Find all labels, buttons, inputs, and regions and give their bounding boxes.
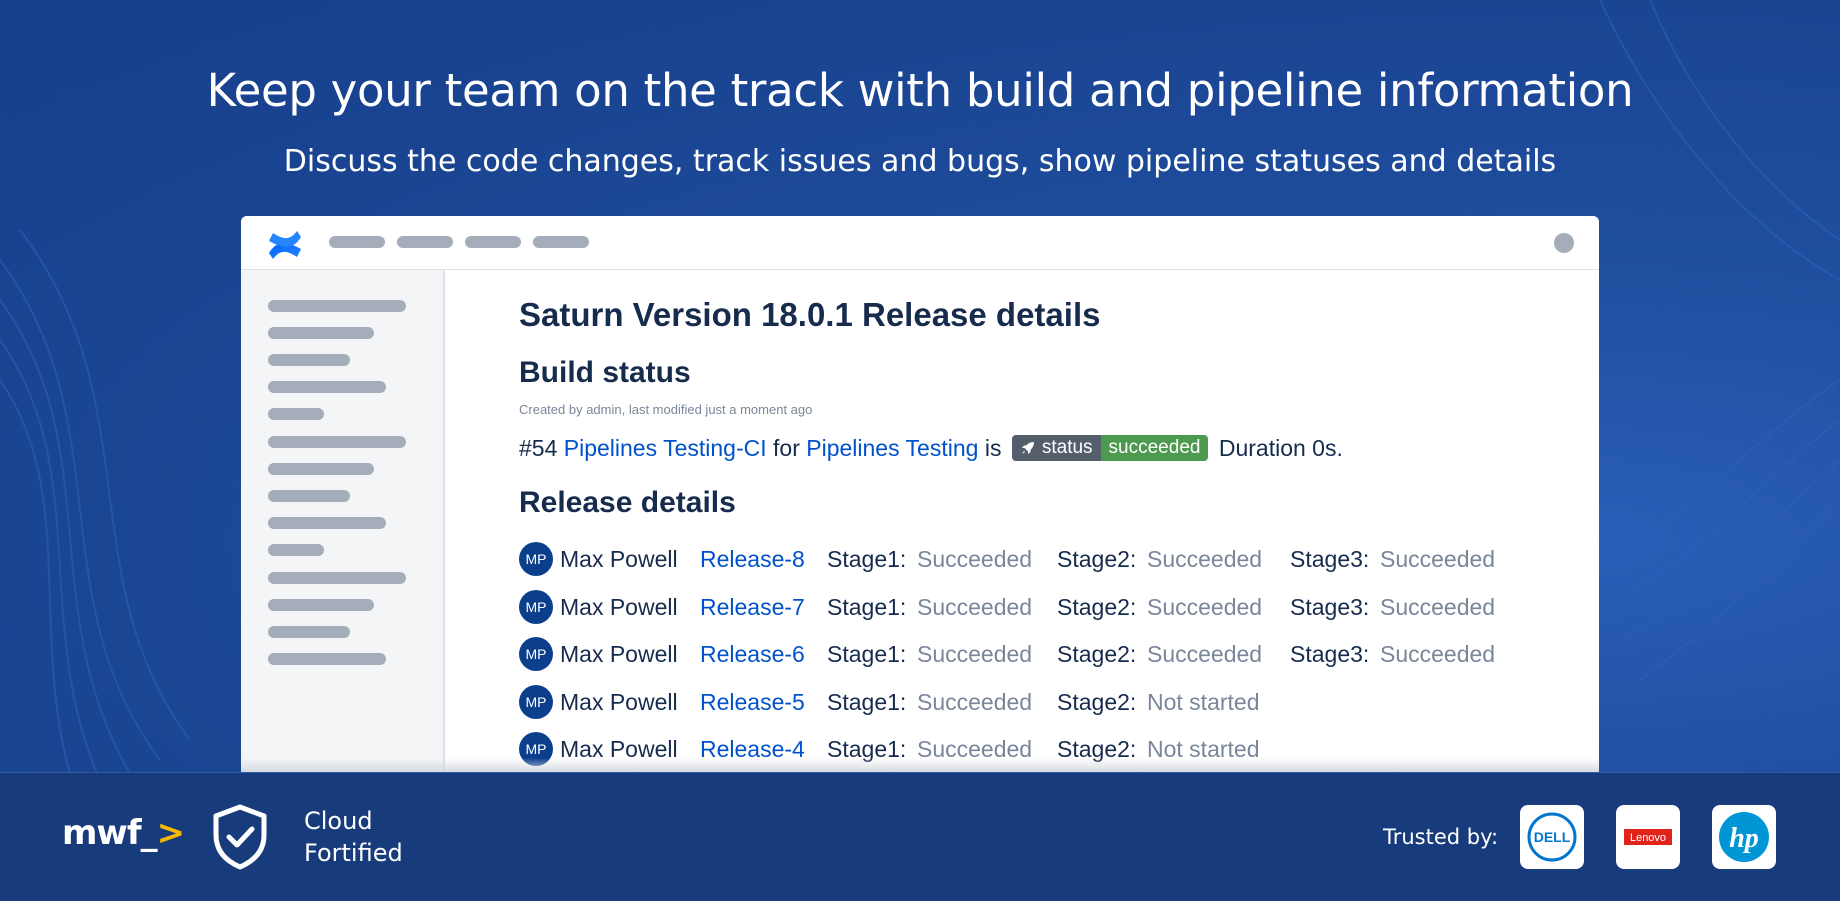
app-window-mockup: Saturn Version 18.0.1 Release details Bu… [241,216,1599,772]
stage-status: Succeeded [917,546,1033,572]
nav-item-placeholder[interactable] [329,236,385,248]
dell-logo-text: DELL [1534,829,1571,845]
duration-text: Duration 0s. [1218,435,1343,461]
pipeline-link[interactable]: Pipelines Testing-CI [564,435,767,461]
nav-item-placeholder[interactable] [465,236,521,248]
build-status-heading: Build status [519,356,691,389]
project-link[interactable]: Pipelines Testing [806,435,978,461]
stage-label: Stage1: [827,641,907,667]
profile-avatar[interactable] [1554,233,1574,253]
build-status-line: #54 Pipelines Testing-CI for Pipelines T… [519,433,1343,463]
cloud-fortified-line1: Cloud [304,807,373,835]
rocket-icon [1021,441,1034,454]
sidebar [241,270,445,772]
mwf-logo[interactable]: mwf_> [62,813,185,853]
release-row: MP Max Powell Release-6 Stage1: Succeeded Sta… [519,637,1579,671]
status-badge[interactable]: status succeeded [1011,434,1209,461]
sidebar-item-placeholder[interactable] [268,300,406,312]
page-meta: Created by admin, last modified just a m… [519,402,813,417]
confluence-logo-icon[interactable] [267,229,303,261]
for-text: for [773,435,800,461]
badge-label: status [1041,436,1093,458]
stage-label: Stage2: [1057,688,1137,715]
user-name[interactable]: Max Powell [560,590,678,624]
stage-label: Stage1: [827,593,907,620]
stage-status: Not started [1147,688,1260,715]
release-link[interactable]: Release-5 [700,685,805,719]
content-fade [241,758,1599,772]
sidebar-item-placeholder[interactable] [268,354,350,366]
hp-logo-text: hp [1729,823,1759,854]
top-navigation-bar [241,216,1599,270]
hero-subline: Discuss the code changes, track issues a… [283,144,1557,179]
user-avatar[interactable]: MP [519,542,553,576]
cloud-fortified-label: Cloud Fortified [304,805,403,869]
stage-label: Stage1: [827,546,907,572]
sidebar-item-placeholder[interactable] [268,653,386,665]
release-row: MP Max Powell Release-5 Stage1: Succeeded Sta… [519,684,1579,719]
stage-status: Succeeded [917,641,1033,667]
stage-label: Stage3: [1290,641,1370,667]
dell-logo-icon: DELL [1527,812,1577,862]
trusted-by-label: Trusted by: [1383,825,1499,849]
stage-status: Succeeded [1380,593,1496,620]
user-avatar[interactable]: MP [519,637,553,671]
lenovo-logo-text: Lenovo [1630,832,1666,844]
release-link[interactable]: Release-7 [700,590,805,624]
stage-status: Succeeded [917,593,1033,620]
sidebar-item-placeholder[interactable] [268,599,374,611]
user-name[interactable]: Max Powell [560,542,678,576]
release-details-heading: Release details [519,486,736,519]
shield-check-icon [213,804,267,870]
user-avatar[interactable]: MP [519,589,553,624]
stage-label: Stage2: [1057,593,1137,620]
nav-item-placeholder[interactable] [397,236,453,248]
stage-status: Succeeded [1147,641,1263,667]
hp-logo-icon: hp [1719,812,1769,862]
stage-label: Stage3: [1290,593,1370,620]
release-link[interactable]: Release-6 [700,637,805,671]
user-name[interactable]: Max Powell [560,685,678,719]
sidebar-item-placeholder[interactable] [268,436,406,448]
stage-status: Succeeded [1380,641,1496,667]
release-link[interactable]: Release-8 [700,542,805,576]
sidebar-item-placeholder[interactable] [268,517,386,529]
build-number: #54 [519,435,558,461]
user-avatar[interactable]: MP [519,684,553,719]
stage-status: Succeeded [1147,546,1263,572]
is-text: is [984,435,1002,461]
page-content: Saturn Version 18.0.1 Release details Bu… [519,270,1579,772]
sidebar-item-placeholder[interactable] [268,572,406,584]
release-row: MP Max Powell Release-7 Stage1: Succeeded Sta… [519,589,1579,624]
sidebar-item-placeholder[interactable] [268,463,374,475]
page-title: Saturn Version 18.0.1 Release details [519,296,1101,333]
stage-status: Succeeded [1147,593,1263,620]
stage-label: Stage2: [1057,641,1137,667]
cloud-fortified-line2: Fortified [304,839,403,867]
sidebar-item-placeholder[interactable] [268,327,374,339]
user-name[interactable]: Max Powell [560,637,678,671]
stage-label: Stage1: [827,688,907,715]
sidebar-item-placeholder[interactable] [268,626,350,638]
stage-label: Stage2: [1057,546,1137,572]
release-row: MP Max Powell Release-8 Stage1: Succeeded Sta… [519,542,1579,576]
lenovo-logo-icon: Lenovo [1624,829,1672,845]
sidebar-item-placeholder[interactable] [268,408,324,420]
sidebar-item-placeholder[interactable] [268,490,350,502]
brand-arrow: > [156,813,185,853]
footer-bar: mwf_> Cloud Fortified Trusted by: DELL L… [0,772,1840,901]
dell-logo: DELL [1520,805,1584,869]
badge-value: succeeded [1100,434,1209,461]
nav-item-placeholder[interactable] [533,236,589,248]
hp-logo: hp [1712,805,1776,869]
stage-label: Stage3: [1290,546,1370,572]
stage-status: Succeeded [917,688,1033,715]
stage-status: Succeeded [1380,546,1496,572]
lenovo-logo: Lenovo [1616,805,1680,869]
sidebar-item-placeholder[interactable] [268,544,324,556]
brand-text: mwf_ [62,813,158,853]
hero-headline: Keep your team on the track with build a… [206,64,1634,117]
sidebar-item-placeholder[interactable] [268,381,386,393]
